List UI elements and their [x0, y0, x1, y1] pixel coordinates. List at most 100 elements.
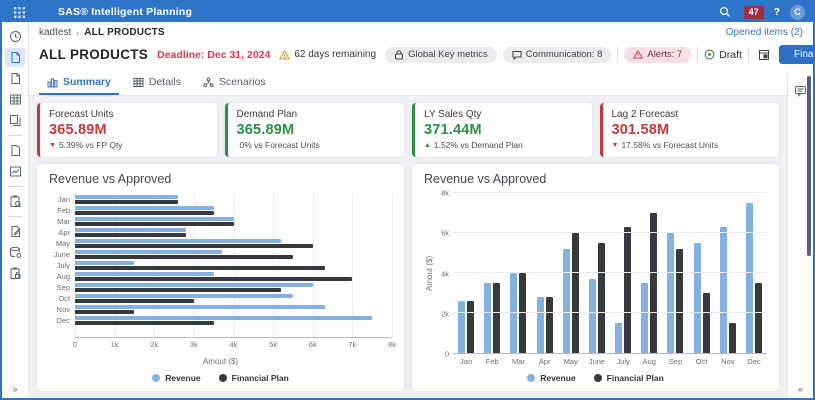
toolbar-divider: [697, 47, 698, 63]
category-label: June: [584, 357, 610, 366]
kpi-delta-icon: ▲: [424, 142, 431, 149]
bar-revenue: [75, 261, 134, 265]
x-tick-label: 8k: [388, 340, 396, 349]
revenue-vs-approved-vbar-chart: Revenue vs Approved Amout ($) 02k4k6k8k: [412, 164, 779, 391]
data-table-icon[interactable]: [5, 90, 25, 109]
global-key-metrics-button[interactable]: Global Key metrics: [385, 47, 497, 63]
kpi-delta-text: 5.39% vs FP Qty: [59, 140, 123, 150]
bar-financial-plan: [729, 323, 736, 353]
bar-revenue: [746, 203, 753, 353]
toolbar-divider: [748, 47, 749, 63]
bar-group-aug: [636, 193, 662, 353]
bar-financial-plan: [75, 211, 214, 215]
tab-details[interactable]: Details: [125, 72, 189, 95]
finalize-button[interactable]: Finalize: [779, 45, 815, 64]
bar-financial-plan: [75, 277, 352, 281]
bar-financial-plan: [676, 249, 683, 353]
app-launcher-icon[interactable]: [10, 3, 28, 21]
recents-icon[interactable]: [5, 27, 25, 46]
gridline: [453, 192, 767, 193]
kpi-delta-text: 0% vs Forecast Units: [240, 140, 320, 150]
kpi-label: Forecast Units: [49, 109, 207, 120]
legend-dot: [219, 374, 227, 382]
opened-items-link[interactable]: Opened items (2): [726, 27, 803, 38]
gridline: [453, 312, 767, 313]
tab-scenarios[interactable]: Scenarios: [195, 72, 274, 95]
bar-group-apr: [532, 193, 558, 353]
bar-revenue: [720, 227, 727, 353]
bar-group-oct: [75, 293, 392, 304]
deadline-text: Deadline: Dec 31, 2024: [157, 49, 270, 61]
legend-dot: [594, 374, 602, 382]
category-label: Dec: [741, 357, 767, 366]
bar-group-june: [75, 249, 392, 260]
alerts-button[interactable]: Alerts: 7: [624, 47, 691, 63]
bar-revenue: [75, 195, 178, 199]
legend-item-financial-plan[interactable]: Financial Plan: [594, 373, 664, 383]
warning-icon: [279, 50, 290, 60]
status-draft[interactable]: Draft: [704, 49, 742, 61]
breadcrumb-parent[interactable]: kadtest: [39, 27, 71, 38]
bar-group-dec: [741, 193, 767, 353]
document-edit-icon[interactable]: [5, 222, 25, 241]
y-tick-label: 0: [445, 350, 449, 359]
category-label: Apr: [532, 357, 558, 366]
kpi-card-3[interactable]: Lag 2 Forecast 301.58M ▼17.58% vs Foreca…: [600, 103, 780, 157]
clipboard-lock-icon[interactable]: [5, 264, 25, 283]
y-tick-label: 8k: [441, 189, 449, 198]
bar-financial-plan: [75, 233, 186, 237]
gridline: [453, 272, 767, 273]
document-icon[interactable]: [5, 69, 25, 88]
chart-title: Revenue vs Approved: [49, 172, 392, 186]
sidebar-expand-icon[interactable]: »: [2, 384, 28, 394]
bar-financial-plan: [75, 266, 325, 270]
bar-revenue: [75, 250, 222, 254]
blank-document-icon[interactable]: [5, 141, 25, 160]
kpi-delta: ▲1.52% vs Demand Plan: [424, 140, 582, 150]
y-tick-label: 6k: [441, 229, 449, 238]
legend-label: Revenue: [540, 373, 575, 383]
bar-group-jan: [75, 194, 392, 205]
clipboard-search-icon[interactable]: [5, 192, 25, 211]
data-gear-icon[interactable]: [5, 243, 25, 262]
category-label: Jan: [453, 357, 479, 366]
key-metrics-icon: [394, 50, 404, 60]
kpi-card-0[interactable]: Forecast Units 365.89M ▼5.39% vs FP Qty: [37, 103, 217, 157]
vchart-yaxis: 02k4k6k8k: [435, 193, 453, 354]
communication-button[interactable]: Communication: 8: [503, 47, 612, 63]
days-remaining: 62 days remaining: [279, 49, 376, 60]
plan-document-icon[interactable]: [5, 48, 25, 67]
avatar[interactable]: C: [790, 5, 805, 20]
vertical-scrollbar[interactable]: [807, 76, 811, 256]
legend-item-financial-plan[interactable]: Financial Plan: [219, 373, 289, 383]
notifications-badge[interactable]: 47: [744, 6, 764, 19]
category-label: Aug: [636, 357, 662, 366]
app-window: SAS® Intelligent Planning 47 ? C: [0, 0, 815, 400]
draft-status-label: Draft: [719, 49, 742, 61]
help-icon[interactable]: ?: [774, 6, 780, 18]
legend-item-revenue[interactable]: Revenue: [527, 373, 575, 383]
bar-group-feb: [479, 193, 505, 353]
category-label: Dec: [49, 315, 75, 326]
rail-collapse-icon[interactable]: «: [788, 384, 813, 394]
tab-summary[interactable]: Summary: [39, 72, 119, 95]
bar-group-nov: [715, 193, 741, 353]
bar-financial-plan: [624, 227, 631, 353]
copy-pages-icon[interactable]: [5, 111, 25, 130]
chart-icon[interactable]: [5, 162, 25, 181]
x-tick-label: 2k: [150, 340, 158, 349]
x-tick-label: 5k: [269, 340, 277, 349]
bar-revenue: [694, 243, 701, 353]
y-tick-label: 2k: [441, 309, 449, 318]
bar-group-aug: [75, 271, 392, 282]
bar-group-sep: [662, 193, 688, 353]
kpi-value: 365.89M: [237, 122, 395, 138]
calendar-grid-icon[interactable]: [755, 46, 773, 64]
legend-item-revenue[interactable]: Revenue: [152, 373, 200, 383]
category-label: Feb: [479, 357, 505, 366]
kpi-card-1[interactable]: Demand Plan 365.89M 0% vs Forecast Units: [225, 103, 405, 157]
kpi-card-2[interactable]: LY Sales Qty 371.44M ▲1.52% vs Demand Pl…: [412, 103, 592, 157]
bar-financial-plan: [75, 200, 178, 204]
search-icon[interactable]: [716, 3, 734, 21]
communication-icon: [512, 50, 522, 60]
